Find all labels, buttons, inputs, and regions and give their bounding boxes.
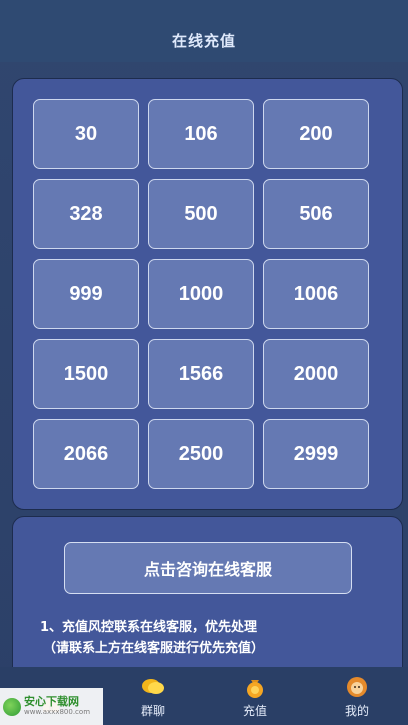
- top-header: 在线充值: [0, 0, 408, 62]
- amount-option-button[interactable]: 506: [263, 179, 369, 249]
- amount-option-button[interactable]: 2999: [263, 419, 369, 489]
- recharge-screen: 在线充值 30 106 200 328 500 506 999 1000 100…: [0, 0, 408, 725]
- tab-recharge-label: 充值: [242, 704, 267, 718]
- amount-option-button[interactable]: 500: [148, 179, 254, 249]
- amount-option-button[interactable]: 106: [148, 99, 254, 169]
- profile-avatar-icon: [344, 674, 370, 700]
- site-watermark: 安心下载网 www.axxx800.com: [0, 688, 103, 725]
- page-title: 在线充值: [171, 32, 236, 50]
- amount-option-button[interactable]: 30: [33, 99, 139, 169]
- amount-option-button[interactable]: 1000: [148, 259, 254, 329]
- amount-option-button[interactable]: 1500: [33, 339, 139, 409]
- watermark-logo-icon: [3, 697, 21, 716]
- amount-option-button[interactable]: 999: [33, 259, 139, 329]
- amount-option-button[interactable]: 2000: [263, 339, 369, 409]
- tab-recharge[interactable]: 充值: [204, 667, 306, 725]
- tab-group-chat[interactable]: 群聊: [102, 667, 204, 725]
- amount-grid: 30 106 200 328 500 506 999 1000 1006 150…: [33, 99, 369, 489]
- watermark-url: www.axxx800.com: [24, 707, 91, 716]
- amount-panel: 30 106 200 328 500 506 999 1000 1006 150…: [12, 78, 403, 510]
- amount-option-button[interactable]: 2066: [33, 419, 139, 489]
- amount-option-button[interactable]: 1006: [263, 259, 369, 329]
- consult-customer-service-button[interactable]: 点击咨询在线客服: [64, 542, 352, 594]
- watermark-name: 安心下载网: [24, 694, 79, 708]
- tab-group-chat-label: 群聊: [140, 704, 165, 718]
- chat-bubbles-icon: [140, 674, 166, 700]
- amount-option-button[interactable]: 328: [33, 179, 139, 249]
- tab-mine-label: 我的: [344, 704, 369, 718]
- amount-option-button[interactable]: 200: [263, 99, 369, 169]
- notice-line-2: （请联系上方在线客服进行优先充值）: [43, 641, 265, 656]
- customer-service-panel: 点击咨询在线客服 1、充值风控联系在线客服，优先处理 （请联系上方在线客服进行优…: [12, 516, 403, 686]
- amount-option-button[interactable]: 2500: [148, 419, 254, 489]
- notice-line-1: 1、充值风控联系在线客服，优先处理: [40, 620, 258, 635]
- recharge-notice: 1、充值风控联系在线客服，优先处理 （请联系上方在线客服进行优先充值）: [40, 617, 264, 659]
- tab-mine[interactable]: 我的: [306, 667, 408, 725]
- amount-option-button[interactable]: 1566: [148, 339, 254, 409]
- coin-bag-icon: [242, 674, 268, 700]
